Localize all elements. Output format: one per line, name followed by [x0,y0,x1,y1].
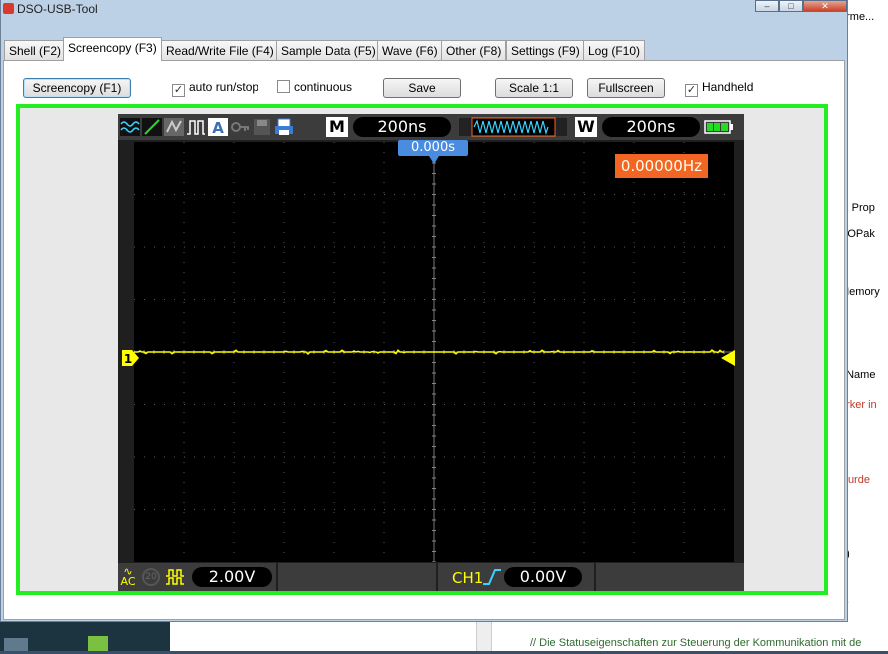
frequency-readout: 0.00000Hz [614,154,708,178]
bottom-bar-divider [276,563,278,591]
rising-edge-icon [483,569,501,585]
bandwidth-limit-indicator: 20 [142,568,160,586]
tab-log[interactable]: Log (F10) [583,40,646,60]
trigger-level-value: 0.00V [504,567,582,587]
waveform-grid [134,142,734,562]
scope-bottom-bar: ∿ AC 20 2.00V CH1 0.00V [118,563,744,591]
coupling-indicator: ∿ AC [120,566,136,587]
tab-sample-data[interactable]: Sample Data (F5) [276,40,381,60]
gray-app-icon [4,638,28,651]
green-app-icon [88,636,108,651]
print-icon [275,118,293,135]
channel-1-marker-icon: 1 [122,350,139,366]
mode-badge: M [326,117,348,137]
persist-mode-icon [164,118,184,136]
trigger-position-marker-icon [429,156,439,164]
taskbar-icons [4,636,108,651]
continuous-label: continuous [294,80,353,94]
window-title: DSO-USB-Tool [17,2,98,16]
scope-top-bar: A M 200ns W 200ns [118,114,744,140]
line-mode-icon [142,118,162,136]
pulse-icon [187,120,205,135]
trigger-time-label: 0.000s [398,140,468,156]
trigger-level-marker-icon [721,350,735,366]
tab-wave[interactable]: Wave (F6) [377,40,443,60]
bottom-bar-divider [436,563,438,591]
handheld-label: Handheld [702,80,754,94]
auto-icon: A [208,118,228,136]
memory-position-bar [458,117,568,137]
window-timebase-value: 200ns [602,117,700,137]
key-icon [231,122,249,132]
coupling-label: AC [120,575,136,588]
background-code-line: // Die Statuseigenschaften zur Steuerung… [530,637,862,649]
auto-run-label: auto run/stop [189,80,258,94]
trigger-source-label: CH1 [452,569,484,587]
tab-screencopy[interactable]: Screencopy (F3) [63,37,162,61]
tab-settings[interactable]: Settings (F9) [506,40,585,60]
continuous-check-box [277,80,290,93]
waveform-screen: 0.000s 0.00000Hz [134,140,734,562]
save-disk-icon [254,119,270,135]
app-icon [3,3,14,14]
screencopy-frame: A M 200ns W 200ns 0.000s 0.00000Hz 1 ∿ A… [16,104,828,595]
app-window: DSO-USB-Tool – □ ✕ Shell (F2) Screencopy… [0,0,848,622]
channel-1-trace [134,348,724,356]
channel-marker-label: 1 [124,352,132,366]
bottom-bar-divider [594,563,596,591]
background-scrollbar[interactable] [476,622,492,651]
close-button[interactable]: ✕ [803,0,847,12]
tab-other[interactable]: Other (F8) [441,40,507,60]
timebase-value: 200ns [353,117,451,137]
auto-run-check-mark: ✓ [172,84,185,97]
title-bar[interactable]: DSO-USB-Tool – □ ✕ [1,0,847,20]
battery-icon [704,120,733,134]
tab-read-write-file[interactable]: Read/Write File (F4) [161,40,279,60]
scale-button[interactable]: Scale 1:1 [495,78,573,98]
auto-run-checkbox[interactable]: ✓ auto run/stop [172,80,258,97]
handheld-check-mark: ✓ [685,84,698,97]
tab-shell[interactable]: Shell (F2) [4,40,67,60]
taskbar-thumbnail[interactable] [0,622,170,651]
continuous-checkbox[interactable]: continuous [277,80,352,94]
probe-pulse-icon [166,569,184,585]
wave-mode-icon [120,118,140,136]
maximize-button[interactable]: □ [779,0,803,12]
svg-text:A: A [212,119,224,136]
window-badge: W [575,117,597,137]
oscilloscope-display: A M 200ns W 200ns 0.000s 0.00000Hz 1 ∿ A… [118,114,744,591]
screencopy-button[interactable]: Screencopy (F1) [23,78,131,98]
handheld-checkbox[interactable]: ✓ Handheld [685,80,753,97]
minimize-button[interactable]: – [755,0,779,12]
save-button[interactable]: Save [383,78,461,98]
volts-per-div-value: 2.00V [192,567,272,587]
fullscreen-button[interactable]: Fullscreen [587,78,665,98]
